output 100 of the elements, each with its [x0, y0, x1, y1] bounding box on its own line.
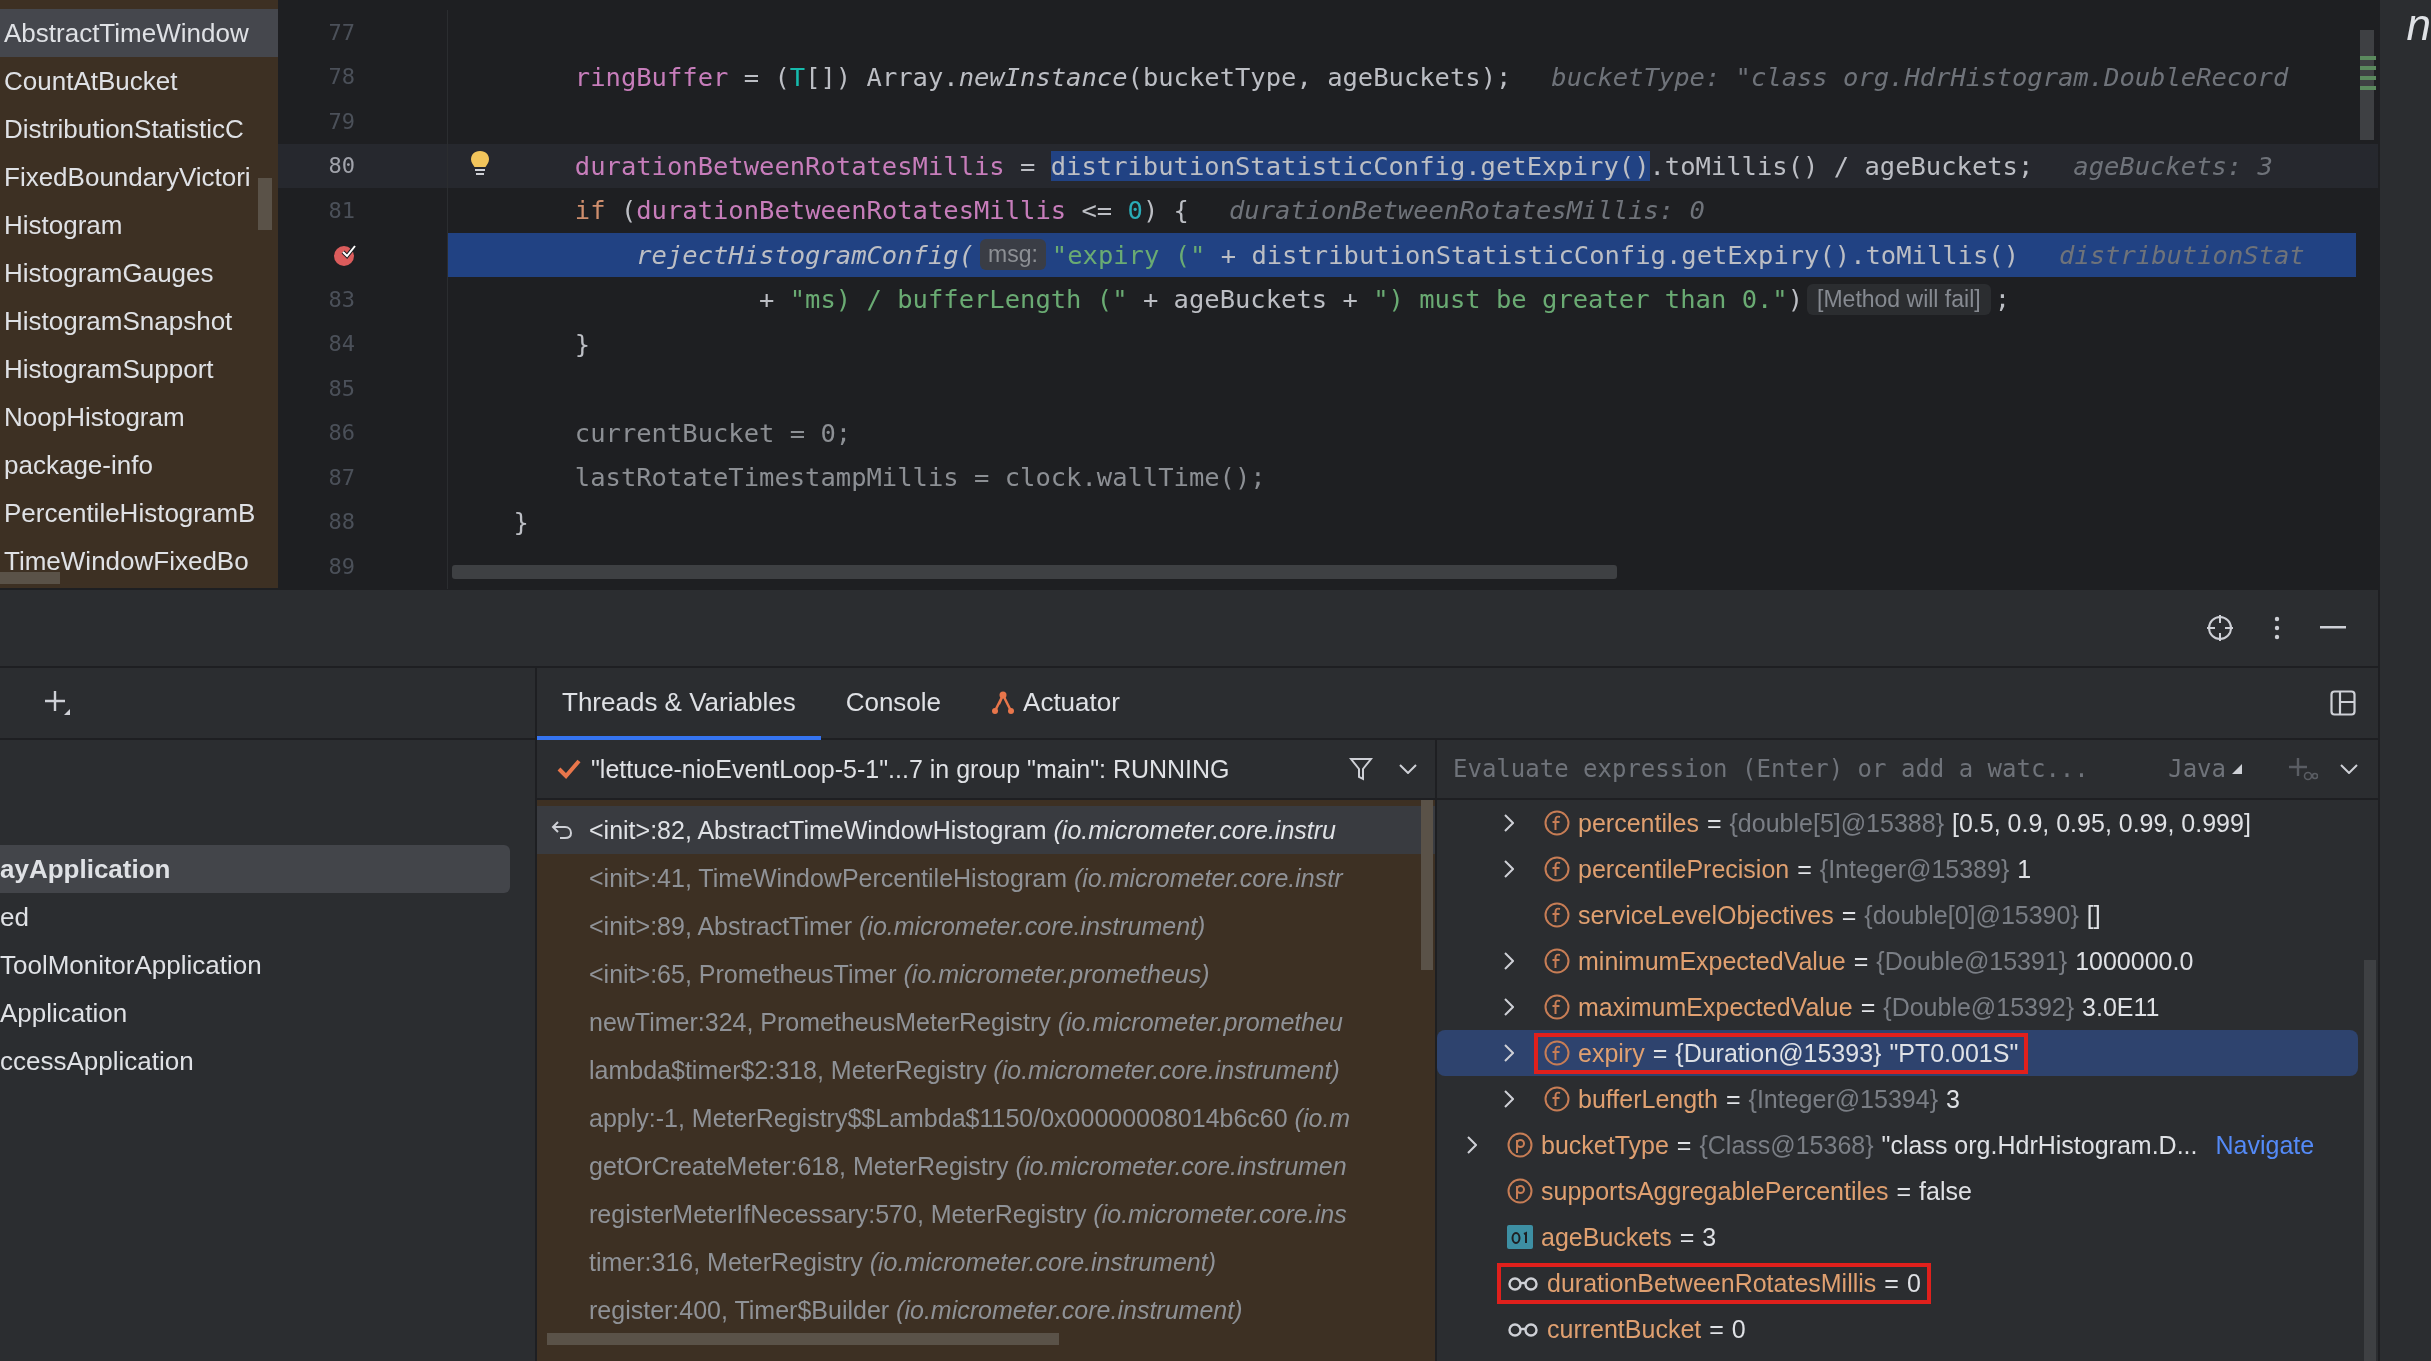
chevron-right-icon[interactable] — [1504, 1090, 1514, 1108]
crosshair-icon[interactable] — [2206, 614, 2234, 642]
run-configuration-item[interactable]: ToolMonitorApplication — [0, 941, 510, 989]
equals-sign: = — [1853, 946, 1869, 976]
file-list-item[interactable]: Histogram — [0, 201, 278, 249]
file-list-item[interactable]: TimeWindowFixedBo — [0, 537, 278, 585]
equals-sign: = — [1896, 1176, 1912, 1206]
variable-row[interactable]: durationBetweenRotatesMillis = 0 — [1437, 1260, 2358, 1306]
stack-frame[interactable]: <init>:82, AbstractTimeWindowHistogram (io.micrometer.core.instru — [537, 806, 1435, 854]
thread-selector[interactable]: "lettuce-nioEventLoop-5-1"...7 in group "main": RUNNING — [557, 754, 1323, 784]
file-list-item[interactable]: DistributionStatisticC — [0, 105, 278, 153]
file-list-item[interactable]: AbstractTimeWindow — [0, 9, 278, 57]
run-configuration-item[interactable]: ccessApplication — [0, 1037, 510, 1085]
field-icon — [1544, 994, 1570, 1020]
scrollbar[interactable] — [1421, 800, 1433, 970]
variable-row[interactable]: expiry = {Duration@15393} "PT0.001S" — [1437, 1030, 2358, 1076]
return-arrow-icon — [551, 820, 573, 840]
code-text: rejectHistogramConfig( — [635, 239, 974, 270]
variable-name: bufferLength — [1578, 1084, 1718, 1114]
add-icon[interactable] — [44, 690, 70, 716]
check-icon — [557, 759, 581, 779]
stack-frame[interactable]: registerMeterIfNecessary:570, MeterRegistry (io.micrometer.core.ins — [537, 1190, 1435, 1238]
variable-row[interactable]: serviceLevelObjectives = {double[0]@15390} [] — [1437, 892, 2358, 938]
code-text: } — [573, 328, 591, 359]
stack-frame[interactable]: lambda$timer$2:318, MeterRegistry (io.micrometer.core.instrument) — [537, 1046, 1435, 1094]
variable-row[interactable]: maximumExpectedValue = {Double@15392} 3.0E11 — [1437, 984, 2358, 1030]
scrollbar[interactable] — [452, 565, 1617, 579]
code-text: if (durationBetweenRotatesMillis <= 0) { — [573, 195, 1189, 226]
file-list-item[interactable]: NoopHistogram — [0, 393, 278, 441]
stack-frame[interactable]: getOrCreateMeter:618, MeterRegistry (io.micrometer.core.instrumen — [537, 1142, 1435, 1190]
stack-frame[interactable]: newTimer:324, PrometheusMeterRegistry (io.micrometer.prometheu — [537, 998, 1435, 1046]
file-list-item[interactable]: HistogramSupport — [0, 345, 278, 393]
file-list-item[interactable]: PercentileHistogramB — [0, 489, 278, 537]
variable-row[interactable]: ageBuckets = 3 — [1437, 1214, 2358, 1260]
code-text: ; — [1994, 284, 2011, 315]
error-stripe-marks[interactable] — [2360, 56, 2376, 92]
chevron-right-icon[interactable] — [1504, 860, 1514, 878]
code-text: + "ms) / bufferLength (" + ageBuckets + ") must be greater than 0.") — [758, 284, 1804, 315]
stack-frame[interactable]: <init>:89, AbstractTimer (io.micrometer.core.instrument) — [537, 902, 1435, 950]
variable-row[interactable]: minimumExpectedValue = {Double@15391} 1000000.0 — [1437, 938, 2358, 984]
variable-name: serviceLevelObjectives — [1578, 900, 1834, 930]
more-options-icon[interactable] — [2274, 616, 2280, 640]
method-fail-hint: [Method will fail] — [1807, 283, 1991, 315]
equals-sign: = — [1884, 1268, 1899, 1298]
navigate-link[interactable]: Navigate — [2215, 1130, 2315, 1160]
variable-type: {double[5]@15388} — [1729, 808, 1944, 838]
tab[interactable]: Console — [820, 668, 967, 740]
scrollbar[interactable] — [258, 178, 272, 230]
run-configuration-item[interactable]: Application — [0, 989, 510, 1037]
scrollbar[interactable] — [547, 1333, 1059, 1345]
chevron-right-icon[interactable] — [1467, 1136, 1477, 1154]
file-list-item[interactable]: HistogramGauges — [0, 249, 278, 297]
run-configuration-item[interactable]: ayApplication — [0, 845, 510, 893]
line-number: 80 — [328, 153, 355, 179]
stack-frame[interactable]: <init>:65, PrometheusTimer (io.micrometer.prometheus) — [537, 950, 1435, 998]
variable-row[interactable]: currentBucket = 0 — [1437, 1306, 2358, 1352]
chevron-right-icon[interactable] — [1504, 1044, 1514, 1062]
breakpoint-icon[interactable] — [333, 242, 357, 267]
tab[interactable]: Actuator — [966, 668, 1145, 740]
network-nodes-icon — [991, 690, 1016, 714]
code-text: ringBuffer = (T[]) Array.newInstance(bucketType, ageBuckets); — [573, 61, 1512, 92]
evaluate-expression-field[interactable]: Evaluate expression (Enter) or add a watc... — [1451, 754, 2147, 784]
chevron-down-icon[interactable] — [1399, 764, 1417, 774]
variable-value: "class org.HdrHistogram.D... — [1881, 1130, 2198, 1160]
layout-icon[interactable] — [2330, 690, 2356, 716]
minimize-icon[interactable] — [2320, 626, 2346, 630]
run-configuration-item[interactable]: ed — [0, 893, 510, 941]
file-list-item[interactable]: CountAtBucket — [0, 57, 278, 105]
stack-frame[interactable]: apply:-1, MeterRegistry$$Lambda$1150/0x00000008014b6c60 (io.m — [537, 1094, 1435, 1142]
variable-value: 0 — [1731, 1314, 1746, 1344]
chevron-right-icon[interactable] — [1504, 814, 1514, 832]
variable-value: false — [1919, 1176, 1972, 1206]
scrollbar[interactable] — [0, 572, 60, 584]
variable-value: 3 — [1946, 1084, 1960, 1114]
tab[interactable]: Threads & Variables — [537, 668, 821, 740]
inline-value-hint: ageBuckets: 3 — [2073, 150, 2273, 181]
inline-value-hint: durationBetweenRotatesMillis: 0 — [1228, 195, 1705, 226]
variable-row[interactable]: bucketType = {Class@15368} "class org.HdrHistogram.D... Navigate — [1437, 1122, 2358, 1168]
file-list-item[interactable]: package-info — [0, 441, 278, 489]
variable-row[interactable]: bufferLength = {Integer@15394} 3 — [1437, 1076, 2358, 1122]
chevron-right-icon[interactable] — [1504, 952, 1514, 970]
variable-row[interactable]: supportsAggregablePercentiles = false — [1437, 1168, 2358, 1214]
variable-row[interactable]: percentiles = {double[5]@15388} [0.5, 0.9, 0.95, 0.99, 0.999] — [1437, 800, 2358, 846]
file-list-item[interactable]: HistogramSnapshot — [0, 297, 278, 345]
chevron-down-icon[interactable] — [2340, 764, 2358, 774]
lightbulb-icon[interactable] — [470, 149, 490, 178]
chevron-right-icon[interactable] — [1504, 998, 1514, 1016]
code-text: currentBucket = 0; — [573, 417, 852, 448]
equals-sign: = — [1841, 900, 1857, 930]
variable-value: 3 — [1702, 1222, 1717, 1252]
file-list-item[interactable]: FixedBoundaryVictori — [0, 153, 278, 201]
variable-type: {Double@15391} — [1876, 946, 2068, 976]
filter-icon[interactable] — [1349, 757, 1373, 781]
variable-row[interactable]: percentilePrecision = {Integer@15389} 1 — [1437, 846, 2358, 892]
stack-frame[interactable]: timer:316, MeterRegistry (io.micrometer.core.instrument) — [537, 1238, 1435, 1286]
stack-frame[interactable]: register:400, Timer$Builder (io.micrometer.core.instrument) — [537, 1286, 1435, 1334]
code-text: "expiry (" + distributionStatisticConfig.getExpiry().toMillis() — [1051, 239, 2020, 270]
variable-type: {Integer@15394} — [1748, 1084, 1938, 1114]
glasses-icon — [1507, 1321, 1539, 1337]
stack-frame[interactable]: <init>:41, TimeWindowPercentileHistogram (io.micrometer.core.instr — [537, 854, 1435, 902]
